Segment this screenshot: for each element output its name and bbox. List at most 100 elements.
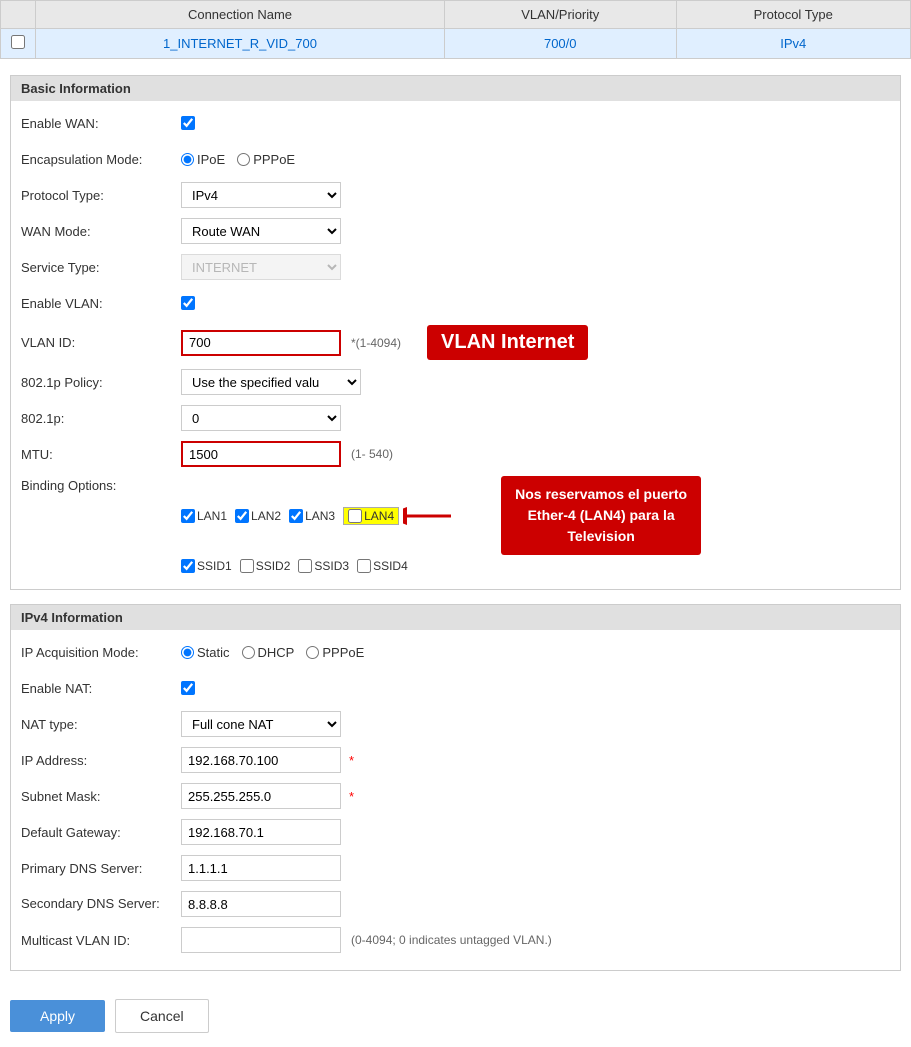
- mtu-input[interactable]: [181, 441, 341, 467]
- lan4-label: LAN4: [364, 509, 394, 523]
- encap-mode-label: Encapsulation Mode:: [21, 152, 181, 167]
- enable-vlan-label: Enable VLAN:: [21, 296, 181, 311]
- col-protocol-type: Protocol Type: [676, 1, 910, 29]
- subnet-mask-input[interactable]: [181, 783, 341, 809]
- service-type-row: Service Type: INTERNET: [21, 253, 890, 281]
- binding-ssid1[interactable]: SSID1: [181, 559, 232, 573]
- multicast-vlan-input[interactable]: [181, 927, 341, 953]
- col-connection-name: Connection Name: [36, 1, 445, 29]
- lan1-checkbox[interactable]: [181, 509, 195, 523]
- ssid2-checkbox[interactable]: [240, 559, 254, 573]
- static-radio[interactable]: [181, 646, 194, 659]
- enable-vlan-row: Enable VLAN:: [21, 289, 890, 317]
- ip-acq-mode-label: IP Acquisition Mode:: [21, 645, 181, 660]
- wan-mode-row: WAN Mode: Route WAN: [21, 217, 890, 245]
- lan3-checkbox[interactable]: [289, 509, 303, 523]
- binding-ssid3[interactable]: SSID3: [298, 559, 349, 573]
- multicast-vlan-label: Multicast VLAN ID:: [21, 933, 181, 948]
- service-type-select[interactable]: INTERNET: [181, 254, 341, 280]
- subnet-mask-row: Subnet Mask: *: [21, 782, 890, 810]
- row-checkbox[interactable]: [11, 35, 25, 49]
- vlan-callout: VLAN Internet: [427, 325, 588, 360]
- nat-type-label: NAT type:: [21, 717, 181, 732]
- mtu-label: MTU:: [21, 447, 181, 462]
- arrow-icon: [403, 506, 453, 526]
- wan-mode-label: WAN Mode:: [21, 224, 181, 239]
- enable-wan-checkbox[interactable]: [181, 116, 195, 130]
- static-label: Static: [197, 645, 230, 660]
- ssid1-checkbox[interactable]: [181, 559, 195, 573]
- dhcp-radio-item[interactable]: DHCP: [242, 645, 295, 660]
- subnet-mask-required: *: [349, 789, 354, 804]
- ip-address-label: IP Address:: [21, 753, 181, 768]
- cancel-button[interactable]: Cancel: [115, 999, 209, 1033]
- col-checkbox: [1, 1, 36, 29]
- connection-name-cell: 1_INTERNET_R_VID_700: [36, 29, 445, 59]
- policy-802-1p-label: 802.1p Policy:: [21, 375, 181, 390]
- basic-info-section: Basic Information Enable WAN: Encapsulat…: [10, 75, 901, 590]
- default-gateway-input[interactable]: [181, 819, 341, 845]
- pppoe-ipv4-radio-item[interactable]: PPPoE: [306, 645, 364, 660]
- enable-wan-row: Enable WAN:: [21, 109, 890, 137]
- lan4-checkbox[interactable]: [348, 509, 362, 523]
- ssid2-label: SSID2: [256, 559, 291, 573]
- lan2-label: LAN2: [251, 509, 281, 523]
- service-type-label: Service Type:: [21, 260, 181, 275]
- ssid3-checkbox[interactable]: [298, 559, 312, 573]
- ip-address-input[interactable]: [181, 747, 341, 773]
- binding-options-row: Binding Options: LAN1 LAN2: [21, 476, 890, 573]
- binding-lan1[interactable]: LAN1: [181, 509, 227, 523]
- ip-address-row: IP Address: *: [21, 746, 890, 774]
- secondary-dns-row: Secondary DNS Server:: [21, 890, 890, 918]
- encap-mode-row: Encapsulation Mode: IPoE PPPoE: [21, 145, 890, 173]
- binding-lan2[interactable]: LAN2: [235, 509, 281, 523]
- ssid4-checkbox[interactable]: [357, 559, 371, 573]
- primary-dns-input[interactable]: [181, 855, 341, 881]
- primary-dns-label: Primary DNS Server:: [21, 861, 181, 876]
- binding-lan4[interactable]: LAN4: [343, 507, 399, 525]
- binding-lan3[interactable]: LAN3: [289, 509, 335, 523]
- ip-address-required: *: [349, 753, 354, 768]
- default-gateway-label: Default Gateway:: [21, 825, 181, 840]
- table-row[interactable]: 1_INTERNET_R_VID_700 700/0 IPv4: [1, 29, 911, 59]
- protocol-type-select[interactable]: IPv4: [181, 182, 341, 208]
- nat-type-row: NAT type: Full cone NAT: [21, 710, 890, 738]
- static-radio-item[interactable]: Static: [181, 645, 230, 660]
- pppoe-ipv4-radio[interactable]: [306, 646, 319, 659]
- binding-ssid2[interactable]: SSID2: [240, 559, 291, 573]
- vlan-id-label: VLAN ID:: [21, 335, 181, 350]
- ipoe-radio[interactable]: [181, 153, 194, 166]
- binding-ssid4[interactable]: SSID4: [357, 559, 408, 573]
- binding-options-label: Binding Options:: [21, 476, 181, 493]
- vlan-id-row: VLAN ID: 700 *(1-4094) VLAN Internet: [21, 325, 890, 360]
- default-gateway-row: Default Gateway:: [21, 818, 890, 846]
- protocol-type-label: Protocol Type:: [21, 188, 181, 203]
- dot1p-select[interactable]: 0: [181, 405, 341, 431]
- lan3-label: LAN3: [305, 509, 335, 523]
- lan2-checkbox[interactable]: [235, 509, 249, 523]
- pppoe-label: PPPoE: [253, 152, 295, 167]
- apply-button[interactable]: Apply: [10, 1000, 105, 1032]
- nat-type-select[interactable]: Full cone NAT: [181, 711, 341, 737]
- dhcp-label: DHCP: [258, 645, 295, 660]
- dhcp-radio[interactable]: [242, 646, 255, 659]
- ipoe-radio-item[interactable]: IPoE: [181, 152, 225, 167]
- pppoe-radio-item[interactable]: PPPoE: [237, 152, 295, 167]
- policy-802-1p-row: 802.1p Policy: Use the specified valu: [21, 368, 890, 396]
- ssid3-label: SSID3: [314, 559, 349, 573]
- basic-info-header: Basic Information: [11, 76, 900, 101]
- ip-acq-mode-row: IP Acquisition Mode: Static DHCP PPPoE: [21, 638, 890, 666]
- secondary-dns-input[interactable]: [181, 891, 341, 917]
- enable-vlan-checkbox[interactable]: [181, 296, 195, 310]
- ssid4-label: SSID4: [373, 559, 408, 573]
- connection-table: Connection Name VLAN/Priority Protocol T…: [0, 0, 911, 59]
- vlan-id-input[interactable]: 700: [181, 330, 341, 356]
- enable-nat-checkbox[interactable]: [181, 681, 195, 695]
- ipoe-label: IPoE: [197, 152, 225, 167]
- button-row: Apply Cancel: [0, 985, 911, 1047]
- primary-dns-row: Primary DNS Server:: [21, 854, 890, 882]
- wan-mode-select[interactable]: Route WAN: [181, 218, 341, 244]
- mtu-row: MTU: (1- 540): [21, 440, 890, 468]
- pppoe-radio[interactable]: [237, 153, 250, 166]
- policy-802-1p-select[interactable]: Use the specified valu: [181, 369, 361, 395]
